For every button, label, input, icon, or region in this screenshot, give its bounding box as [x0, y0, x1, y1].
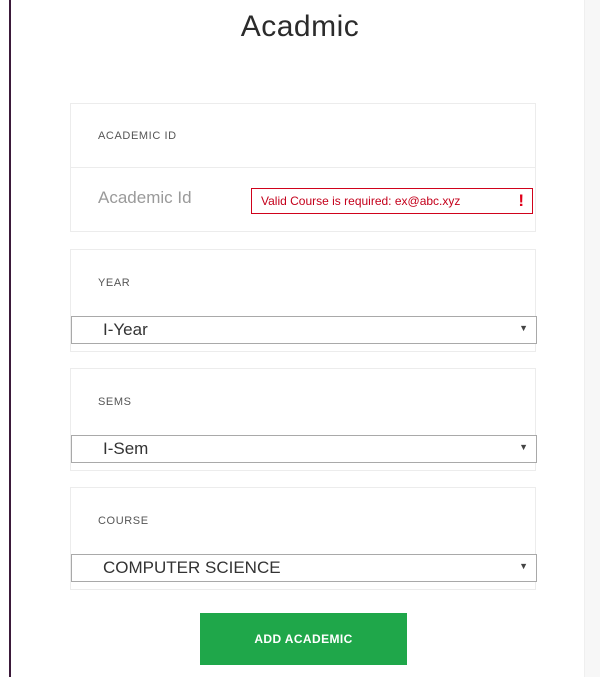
- course-select[interactable]: COMPUTER SCIENCE ▼: [71, 554, 537, 582]
- year-select[interactable]: I-Year ▼: [71, 316, 537, 344]
- course-select-value: COMPUTER SCIENCE: [103, 558, 281, 577]
- academic-id-card: ACADEMIC ID Valid Course is required: ex…: [70, 103, 536, 232]
- add-academic-button[interactable]: ADD ACADEMIC: [200, 613, 407, 665]
- validation-error-text: Valid Course is required: ex@abc.xyz: [261, 194, 461, 208]
- course-card: COURSE COMPUTER SCIENCE ▼: [70, 487, 537, 590]
- sems-select[interactable]: I-Sem ▼: [71, 435, 537, 463]
- academic-id-label: ACADEMIC ID: [98, 130, 177, 142]
- scrollbar-track[interactable]: [584, 0, 600, 677]
- year-select-value: I-Year: [103, 320, 148, 339]
- caret-down-icon: ▼: [519, 561, 528, 571]
- caret-down-icon: ▼: [519, 442, 528, 452]
- year-card: YEAR I-Year ▼: [70, 249, 537, 352]
- sems-card: SEMS I-Sem ▼: [70, 368, 537, 471]
- validation-error-badge: Valid Course is required: ex@abc.xyz !: [251, 188, 533, 214]
- sems-label: SEMS: [98, 396, 132, 408]
- caret-down-icon: ▼: [519, 323, 528, 333]
- page-title: Acadmic: [240, 10, 360, 43]
- year-label: YEAR: [98, 277, 131, 289]
- sems-select-value: I-Sem: [103, 439, 149, 458]
- course-label: COURSE: [98, 515, 149, 527]
- left-border: [9, 0, 11, 677]
- academic-id-input[interactable]: [98, 184, 248, 212]
- exclamation-icon: !: [518, 191, 524, 210]
- divider: [71, 167, 535, 168]
